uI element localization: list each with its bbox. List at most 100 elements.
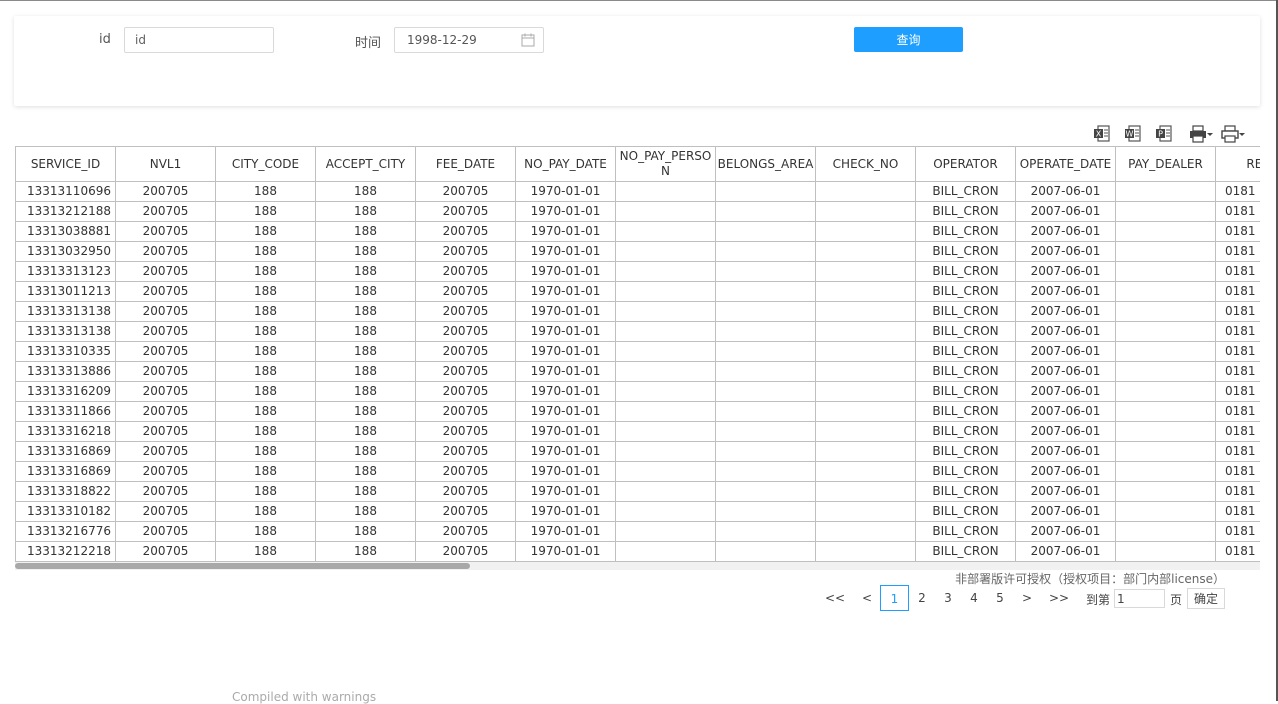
table-row[interactable]: 13313212218 200705 188 188 200705 1970-01-01 B… bbox=[15, 541, 1260, 562]
table-cell: 200705 bbox=[415, 421, 516, 442]
table-cell bbox=[715, 221, 816, 242]
column-header-accept-city[interactable]: ACCEPT_CITY bbox=[315, 146, 416, 182]
pager-page-4[interactable]: 4 bbox=[964, 585, 984, 611]
table-row[interactable]: 13313310182 200705 188 188 200705 1970-01-01 B… bbox=[15, 501, 1260, 522]
pager-first-button[interactable]: << bbox=[822, 585, 848, 611]
table-cell: 1970-01-01 bbox=[515, 301, 616, 322]
date-picker[interactable]: 1998-12-29 bbox=[394, 27, 544, 53]
table-cell: 2007-06-01 bbox=[1015, 501, 1116, 522]
table-cell: 200705 bbox=[415, 401, 516, 422]
pager-page-2[interactable]: 2 bbox=[912, 585, 932, 611]
pager-prev-button[interactable]: < bbox=[857, 585, 877, 611]
table-cell bbox=[715, 341, 816, 362]
table-cell: 200705 bbox=[115, 261, 216, 282]
column-header-service-id[interactable]: SERVICE_ID bbox=[15, 146, 116, 182]
id-input[interactable] bbox=[124, 27, 274, 53]
table-cell: 188 bbox=[215, 341, 316, 362]
table-row[interactable]: 13313313123 200705 188 188 200705 1970-01-01 B… bbox=[15, 261, 1260, 282]
column-header-no-pay-date[interactable]: NO_PAY_DATE bbox=[515, 146, 616, 182]
print-options-icon[interactable] bbox=[1220, 124, 1246, 144]
column-header-no-pay-person[interactable]: NO_PAY_PERSON bbox=[615, 146, 716, 182]
table-cell: 200705 bbox=[115, 221, 216, 242]
pager-page-5[interactable]: 5 bbox=[990, 585, 1010, 611]
table-cell: 188 bbox=[315, 521, 416, 542]
table-cell: 200705 bbox=[115, 441, 216, 462]
column-header-fee-date[interactable]: FEE_DATE bbox=[415, 146, 516, 182]
column-header-operator[interactable]: OPERATOR bbox=[915, 146, 1016, 182]
console-message: Compiled with warnings bbox=[232, 690, 377, 704]
calendar-icon[interactable] bbox=[521, 33, 535, 47]
table-row[interactable]: 13313212188 200705 188 188 200705 1970-01-01 B… bbox=[15, 201, 1260, 222]
print-icon[interactable] bbox=[1188, 124, 1214, 144]
table-cell: BILL_CRON bbox=[915, 341, 1016, 362]
column-header-belongs-area[interactable]: BELONGS_AREA bbox=[715, 146, 816, 182]
table-cell: 0181 bbox=[1215, 301, 1260, 322]
table-row[interactable]: 13313316869 200705 188 188 200705 1970-01-01 B… bbox=[15, 441, 1260, 462]
column-header-city-code[interactable]: CITY_CODE bbox=[215, 146, 316, 182]
column-header-operate-date[interactable]: OPERATE_DATE bbox=[1015, 146, 1116, 182]
table-row[interactable]: 13313318822 200705 188 188 200705 1970-01-01 B… bbox=[15, 481, 1260, 502]
table-cell bbox=[815, 321, 916, 342]
table-cell: 188 bbox=[215, 301, 316, 322]
table-row[interactable]: 13313313138 200705 188 188 200705 1970-01-01 B… bbox=[15, 301, 1260, 322]
pager-page-3[interactable]: 3 bbox=[938, 585, 958, 611]
table-cell: 0181 bbox=[1215, 181, 1260, 202]
table-cell bbox=[815, 401, 916, 422]
table-cell: 188 bbox=[315, 381, 416, 402]
table-cell: 13313316218 bbox=[15, 421, 116, 442]
table-cell: 13313316869 bbox=[15, 461, 116, 482]
table-cell: 2007-06-01 bbox=[1015, 241, 1116, 262]
horizontal-scrollbar[interactable] bbox=[15, 562, 1260, 570]
table-row[interactable]: 13313032950 200705 188 188 200705 1970-01-01 B… bbox=[15, 241, 1260, 262]
table-cell: 2007-06-01 bbox=[1015, 441, 1116, 462]
table-row[interactable]: 13313216776 200705 188 188 200705 1970-01-01 B… bbox=[15, 521, 1260, 542]
query-button[interactable]: 查询 bbox=[854, 27, 963, 52]
table-row[interactable]: 13313316218 200705 188 188 200705 1970-01-01 B… bbox=[15, 421, 1260, 442]
pager-page-1[interactable]: 1 bbox=[880, 585, 909, 611]
table-cell bbox=[1115, 501, 1216, 522]
table-cell bbox=[815, 241, 916, 262]
table-row[interactable]: 13313311866 200705 188 188 200705 1970-01-01 B… bbox=[15, 401, 1260, 422]
table-cell bbox=[1115, 301, 1216, 322]
table-cell: 188 bbox=[215, 181, 316, 202]
table-cell: 0181 bbox=[1215, 241, 1260, 262]
table-cell bbox=[715, 241, 816, 262]
table-cell: BILL_CRON bbox=[915, 521, 1016, 542]
table-cell: 1970-01-01 bbox=[515, 241, 616, 262]
table-row[interactable]: 13313011213 200705 188 188 200705 1970-01-01 B… bbox=[15, 281, 1260, 302]
pager-next-button[interactable]: > bbox=[1017, 585, 1037, 611]
pager-last-button[interactable]: >> bbox=[1046, 585, 1072, 611]
table-row[interactable]: 13313310335 200705 188 188 200705 1970-01-01 B… bbox=[15, 341, 1260, 362]
table-cell: 200705 bbox=[415, 341, 516, 362]
table-cell: 2007-06-01 bbox=[1015, 281, 1116, 302]
export-word-icon[interactable]: W bbox=[1123, 124, 1145, 144]
table-cell bbox=[615, 241, 716, 262]
column-header-check-no[interactable]: CHECK_NO bbox=[815, 146, 916, 182]
horizontal-scrollbar-thumb[interactable] bbox=[15, 563, 470, 569]
table-cell: 200705 bbox=[415, 541, 516, 562]
table-cell: 200705 bbox=[415, 221, 516, 242]
column-header-regio[interactable]: REGIO bbox=[1215, 146, 1260, 182]
export-excel-icon[interactable]: X bbox=[1092, 124, 1114, 144]
column-header-pay-dealer[interactable]: PAY_DEALER bbox=[1115, 146, 1216, 182]
table-cell: 2007-06-01 bbox=[1015, 221, 1116, 242]
table-row[interactable]: 13313038881 200705 188 188 200705 1970-01-01 B… bbox=[15, 221, 1260, 242]
table-row[interactable]: 13313316209 200705 188 188 200705 1970-01-01 B… bbox=[15, 381, 1260, 402]
goto-page-input[interactable] bbox=[1114, 589, 1165, 608]
table-row[interactable]: 13313313138 200705 188 188 200705 1970-01-01 B… bbox=[15, 321, 1260, 342]
export-ppt-icon[interactable]: P bbox=[1154, 124, 1176, 144]
table-cell: 188 bbox=[215, 521, 316, 542]
table-row[interactable]: 13313316869 200705 188 188 200705 1970-01-01 B… bbox=[15, 461, 1260, 482]
table-cell bbox=[1115, 261, 1216, 282]
table-row[interactable]: 13313313886 200705 188 188 200705 1970-01-01 B… bbox=[15, 361, 1260, 382]
table-cell bbox=[615, 321, 716, 342]
table-row[interactable]: 13313110696 200705 188 188 200705 1970-01-01 B… bbox=[15, 181, 1260, 202]
column-header-nvl1[interactable]: NVL1 bbox=[115, 146, 216, 182]
goto-confirm-button[interactable]: 确定 bbox=[1187, 588, 1225, 609]
table-cell: 200705 bbox=[115, 381, 216, 402]
table-cell bbox=[815, 421, 916, 442]
table-cell: 1970-01-01 bbox=[515, 541, 616, 562]
table-cell: 0181 bbox=[1215, 321, 1260, 342]
table-cell: BILL_CRON bbox=[915, 321, 1016, 342]
table-cell: 188 bbox=[215, 381, 316, 402]
